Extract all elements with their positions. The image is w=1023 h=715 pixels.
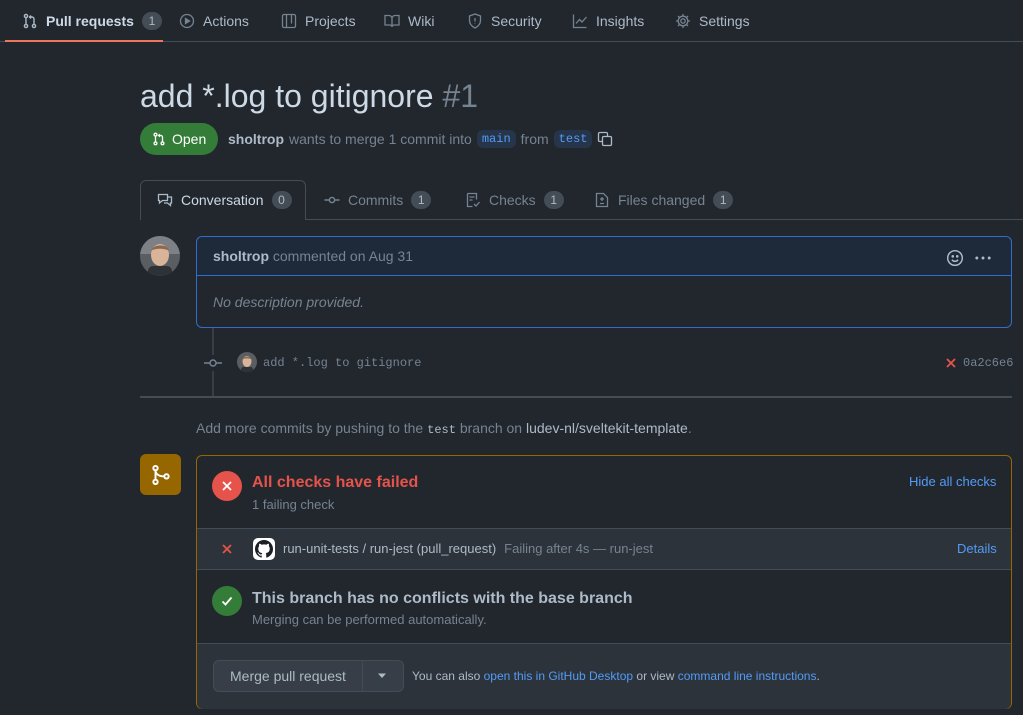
nav-projects[interactable]: Projects	[281, 0, 356, 42]
check-name: run-unit-tests / run-jest (pull_request)…	[283, 541, 653, 556]
play-icon	[179, 13, 195, 29]
commit-message[interactable]: add *.log to gitignore	[263, 356, 421, 370]
tab-conversation[interactable]: Conversation 0	[157, 180, 292, 220]
triangle-down-icon[interactable]	[377, 673, 387, 679]
push-hint-branch: test	[427, 423, 456, 437]
state-label: Open	[172, 131, 207, 147]
or-view-text: or view	[636, 669, 675, 683]
shield-icon	[467, 13, 483, 29]
nav-security[interactable]: Security	[467, 0, 542, 42]
tab-checks-label: Checks	[489, 192, 536, 208]
nav-pull-requests-label: Pull requests	[46, 13, 134, 29]
smiley-icon[interactable]	[946, 249, 964, 267]
comment-discussion-icon	[157, 192, 173, 208]
git-commit-icon	[324, 192, 340, 208]
nav-security-label: Security	[491, 13, 542, 29]
base-branch[interactable]: main	[476, 130, 516, 148]
book-icon	[384, 13, 400, 29]
hide-checks-link[interactable]: Hide all checks	[909, 474, 996, 489]
copy-icon[interactable]	[597, 131, 613, 147]
merge-pull-request-button[interactable]: Merge pull request	[230, 668, 346, 684]
nav-settings-label: Settings	[699, 13, 750, 29]
timeline-separator	[140, 396, 1012, 398]
pr-meta: sholtrop wants to merge 1 commit into ma…	[228, 130, 613, 148]
nav-pull-requests[interactable]: Pull requests 1	[22, 0, 162, 42]
merge-text: wants to merge 1 commit into	[289, 131, 472, 147]
nav-wiki-label: Wiki	[408, 13, 435, 29]
tab-files-changed-count: 1	[713, 191, 734, 209]
github-logo-icon	[253, 538, 275, 560]
comment-author[interactable]: sholtrop	[213, 248, 269, 264]
nav-pull-requests-count: 1	[141, 12, 162, 30]
comment-body: No description provided.	[213, 294, 364, 310]
nav-projects-label: Projects	[305, 13, 356, 29]
tab-files-changed[interactable]: Files changed 1	[594, 180, 734, 220]
nav-actions-label: Actions	[203, 13, 249, 29]
file-diff-icon	[594, 192, 610, 208]
checks-subtitle: 1 failing check	[252, 497, 335, 512]
push-hint-prefix: Add more commits by pushing to the	[196, 420, 424, 436]
nav-insights[interactable]: Insights	[572, 0, 644, 42]
nav-actions[interactable]: Actions	[179, 0, 249, 42]
check-status: Failing after 4s — run-jest	[504, 541, 653, 556]
tab-conversation-label: Conversation	[181, 192, 264, 208]
x-icon	[221, 543, 233, 555]
comment-meta: sholtrop commented on Aug 31	[213, 248, 413, 264]
github-desktop-link[interactable]: open this in GitHub Desktop	[484, 669, 633, 683]
tab-commits[interactable]: Commits 1	[324, 180, 432, 220]
pr-title: add *.log to gitignore	[140, 78, 434, 114]
checks-title: All checks have failed	[252, 474, 419, 491]
merge-button-divider	[362, 661, 363, 691]
also-text: You can also	[412, 669, 481, 683]
nav-active-underline	[5, 40, 163, 42]
table-icon	[281, 13, 297, 29]
author-link[interactable]: sholtrop	[228, 131, 284, 147]
nav-wiki[interactable]: Wiki	[384, 0, 434, 42]
state-badge: Open	[140, 123, 219, 155]
tab-checks[interactable]: Checks 1	[465, 180, 564, 220]
page-title: add *.log to gitignore #1	[140, 78, 478, 115]
no-conflicts-subtitle: Merging can be performed automatically.	[252, 612, 487, 627]
git-pull-request-icon	[22, 13, 38, 29]
command-line-link[interactable]: command line instructions	[678, 669, 817, 683]
git-merge-icon	[140, 454, 181, 495]
kebab-horizontal-icon[interactable]	[974, 249, 992, 267]
details-link[interactable]: Details	[957, 541, 997, 556]
push-hint: Add more commits by pushing to the test …	[196, 420, 692, 437]
tab-commits-count: 1	[411, 191, 432, 209]
head-branch[interactable]: test	[553, 130, 593, 148]
push-hint-repo[interactable]: ludev-nl/sveltekit-template	[526, 420, 688, 436]
x-icon[interactable]	[945, 357, 957, 369]
avatar[interactable]	[140, 236, 180, 276]
tab-commits-label: Commits	[348, 192, 404, 208]
gear-icon	[675, 13, 691, 29]
no-conflicts-title: This branch has no conflicts with the ba…	[252, 590, 633, 607]
graph-icon	[572, 13, 588, 29]
git-pull-request-icon	[152, 132, 166, 146]
tab-checks-count: 1	[543, 191, 564, 209]
push-hint-suffix: .	[687, 420, 692, 436]
commit-avatar[interactable]	[237, 352, 257, 372]
checklist-icon	[465, 192, 481, 208]
tab-files-changed-label: Files changed	[618, 192, 706, 208]
tab-conversation-count: 0	[271, 191, 292, 209]
period-text: .	[816, 669, 820, 683]
check-circle-icon	[212, 586, 242, 616]
nav-settings[interactable]: Settings	[675, 0, 750, 42]
pr-number: #1	[442, 78, 479, 114]
merge-alternatives: You can also open this in GitHub Desktop…	[412, 669, 820, 683]
push-hint-middle: branch on	[459, 420, 523, 436]
x-circle-icon	[212, 471, 242, 501]
nav-insights-label: Insights	[596, 13, 645, 29]
comment-action: commented on Aug 31	[272, 248, 413, 264]
from-text: from	[520, 131, 549, 147]
check-job: run-unit-tests / run-jest (pull_request)	[283, 541, 497, 556]
git-commit-icon	[204, 355, 222, 371]
commit-sha[interactable]: 0a2c6e6	[963, 356, 1013, 370]
